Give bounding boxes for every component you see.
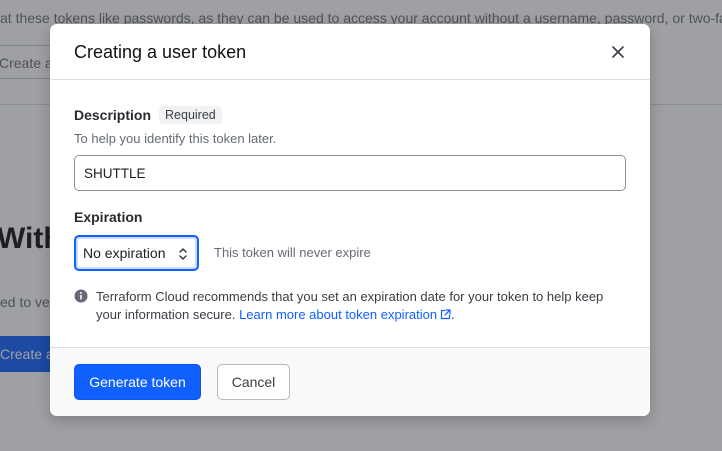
description-label: Description [74, 107, 152, 123]
expiration-label: Expiration [74, 209, 143, 225]
cancel-button[interactable]: Cancel [217, 364, 290, 400]
description-label-row: Description Required [74, 106, 222, 124]
info-icon [74, 289, 88, 303]
description-helper-text: To help you identify this token later. [74, 131, 277, 146]
expiration-note: This token will never expire [214, 245, 371, 260]
expiration-selected-value: No expiration [83, 245, 166, 261]
expiration-info-message: Terraform Cloud recommends that you set … [74, 288, 614, 324]
dialog-footer: Generate token Cancel [50, 347, 650, 416]
external-link-icon [440, 309, 451, 320]
info-suffix: . [451, 307, 455, 322]
chevron-up-down-icon [179, 248, 187, 260]
dialog-title: Creating a user token [74, 42, 247, 62]
dialog-header: Creating a user token [50, 24, 650, 80]
create-token-dialog: Creating a user token Description Requir… [50, 24, 650, 416]
description-input[interactable] [74, 155, 626, 191]
generate-token-button[interactable]: Generate token [74, 364, 201, 400]
token-expiration-link[interactable]: Learn more about token expiration [239, 307, 451, 322]
token-expiration-link-label: Learn more about token expiration [239, 307, 438, 322]
close-button[interactable] [606, 40, 630, 64]
close-icon [612, 46, 624, 58]
required-badge: Required [159, 106, 222, 124]
expiration-select[interactable]: No expiration [74, 235, 199, 271]
